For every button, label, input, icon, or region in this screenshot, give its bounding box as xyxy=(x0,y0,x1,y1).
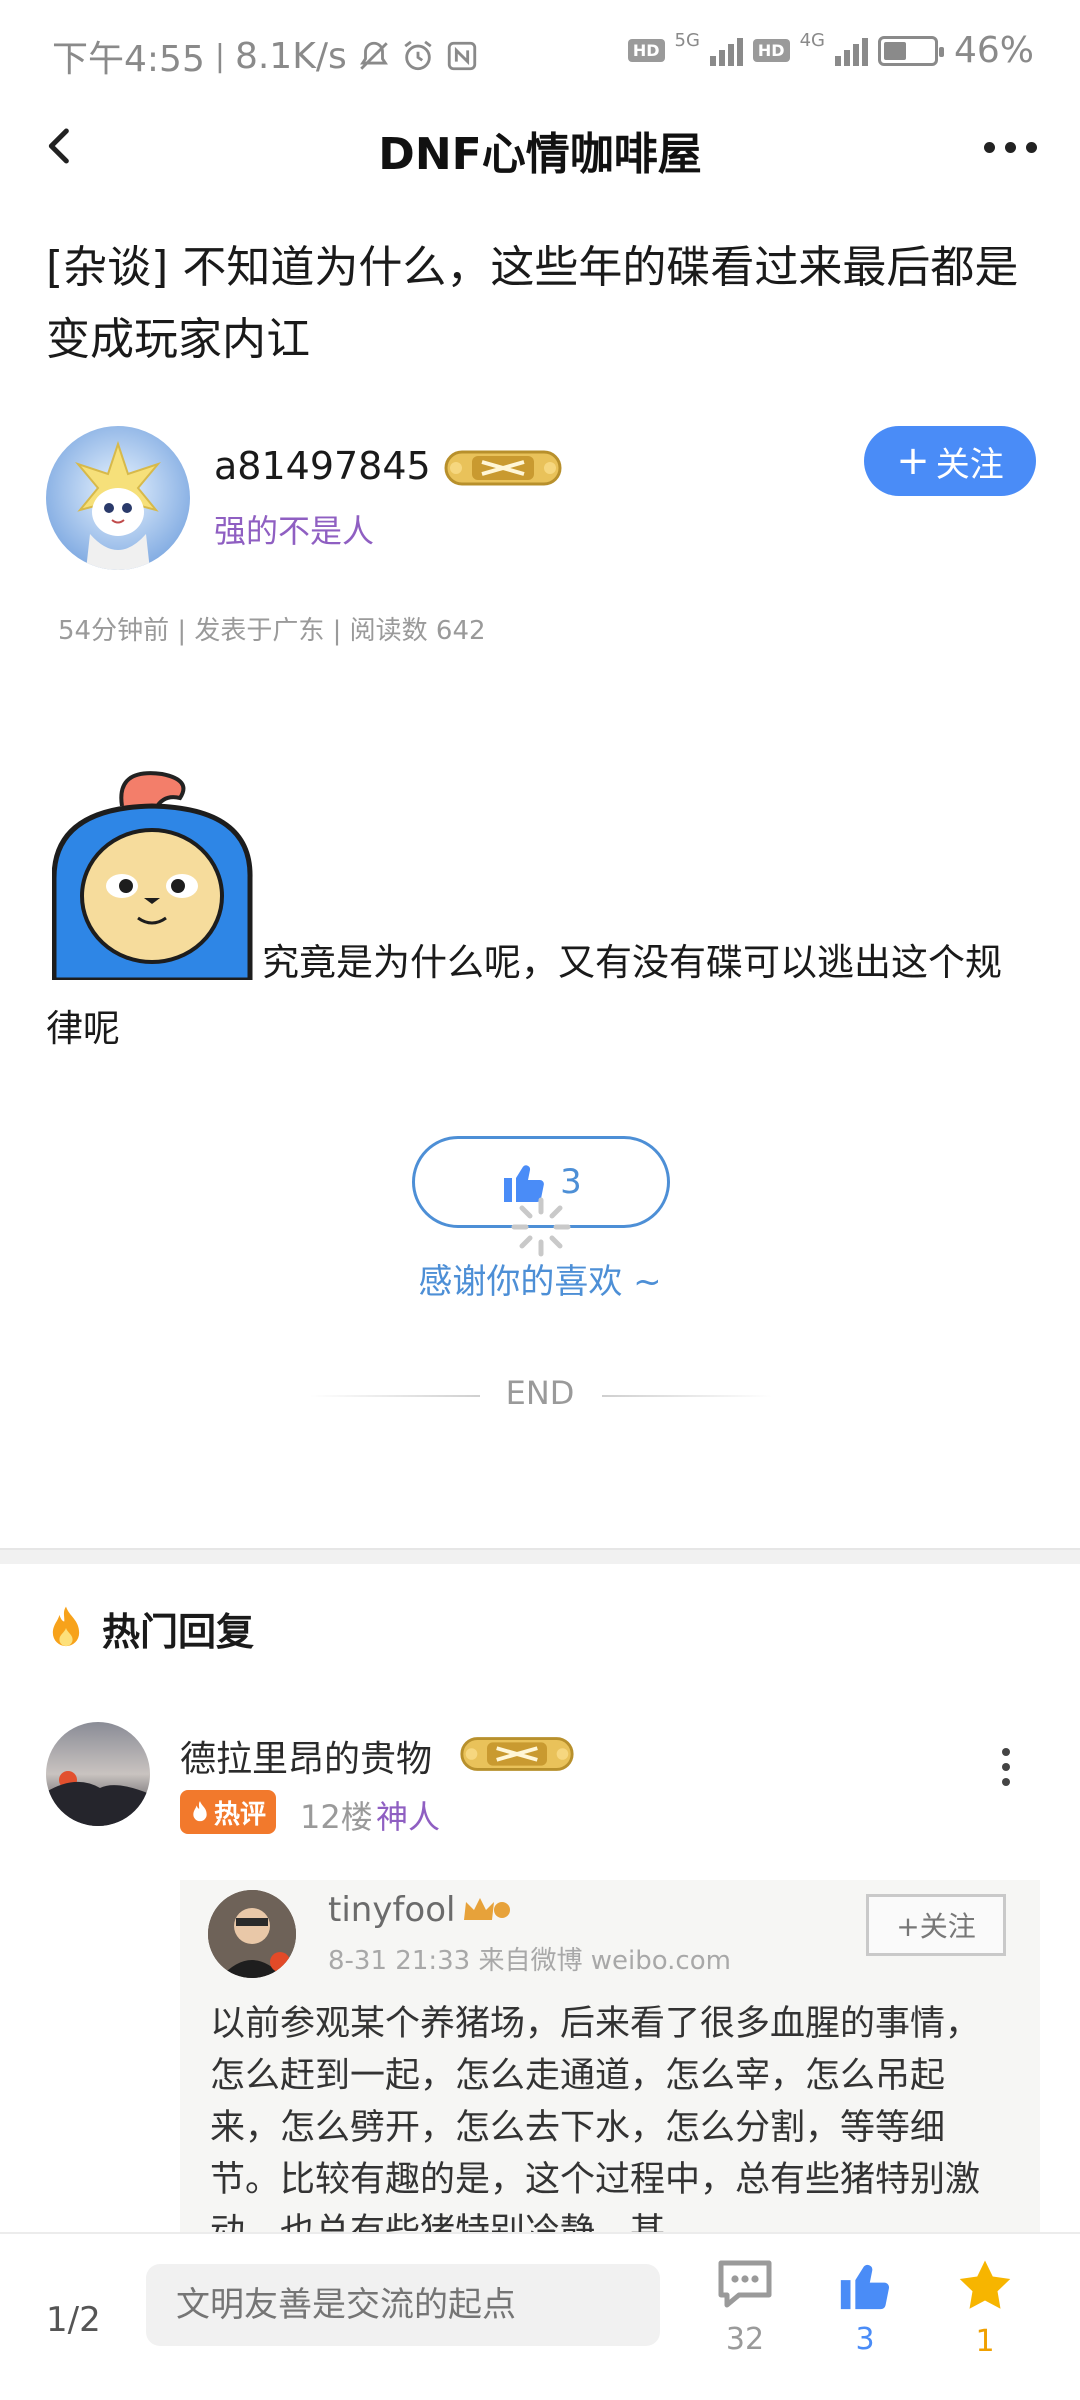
weibo-text: 以前参观某个养猪场，后来看了很多血腥的事情，怎么赶到一起，怎么走通道，怎么宰，怎… xyxy=(210,2004,981,2240)
status-bar: 下午4:55 | 8.1K/s HD 5G HD 4G 46% xyxy=(0,0,1080,100)
status-separator: | xyxy=(214,38,225,74)
page-title: DNF心情咖啡屋 xyxy=(378,129,702,180)
follow-label: 关注 xyxy=(935,444,1004,485)
end-label: END xyxy=(505,1374,575,1412)
page-indicator[interactable]: 1/2 xyxy=(46,2300,101,2340)
weibo-avatar xyxy=(208,1890,296,1978)
reply-author-name[interactable]: 德拉里昂的贵物 xyxy=(180,1730,432,1782)
network-type-5g: 5G xyxy=(674,30,700,51)
post-meta: 54分钟前 | 发表于广东 | 阅读数 642 xyxy=(58,616,486,646)
author-name[interactable]: a81497845 xyxy=(214,444,431,488)
favorite-button[interactable]: 1 xyxy=(940,2256,1030,2376)
signal-icon xyxy=(709,36,743,66)
reply-avatar[interactable] xyxy=(46,1722,150,1826)
reply-level-badge-icon xyxy=(458,1734,576,1778)
comment-input[interactable] xyxy=(146,2264,660,2346)
alarm-icon xyxy=(401,39,435,73)
reply-floor: 12楼 xyxy=(300,1798,373,1836)
top-nav-bar: DNF心情咖啡屋 xyxy=(0,100,1080,190)
bottom-action-bar: 1/2 32 3 1 xyxy=(0,2232,1080,2400)
mute-bell-icon xyxy=(357,39,391,73)
battery-icon xyxy=(877,35,944,66)
loading-spinner-icon xyxy=(510,1196,572,1258)
end-divider-right xyxy=(602,1395,772,1397)
hot-replies-title: 热门回复 xyxy=(102,1609,255,1654)
hd-icon: HD xyxy=(627,39,665,62)
signal-icon-2 xyxy=(834,36,868,66)
hot-tag-label: 热评 xyxy=(214,1799,267,1830)
reply-item: 德拉里昂的贵物 热评 12楼 神人 xyxy=(46,1722,1036,1862)
reply-embedded-image[interactable]: tinyfool 8-31 21:33 来自微博 weibo.com +关注 以… xyxy=(180,1880,1040,2240)
comment-count: 32 xyxy=(725,2322,765,2357)
favorite-count: 1 xyxy=(975,2324,995,2359)
plus-icon: + xyxy=(896,438,930,484)
thumbs-up-filled-icon xyxy=(840,2264,890,2310)
weibo-author-name: tinyfool xyxy=(328,1890,456,1930)
weibo-time-source: 8-31 21:33 来自微博 weibo.com xyxy=(328,1946,731,1976)
thanks-text: 感谢你的喜欢 ~ xyxy=(418,1262,662,1302)
crown-icon xyxy=(462,1894,512,1928)
follow-button[interactable]: + 关注 xyxy=(864,426,1036,496)
weibo-follow-button: +关注 xyxy=(866,1894,1006,1956)
hot-comment-tag: 热评 xyxy=(180,1790,277,1834)
comments-button[interactable]: 32 xyxy=(700,2256,790,2376)
fire-small-icon xyxy=(193,1801,207,1822)
network-speed: 8.1K/s xyxy=(234,35,347,77)
hot-replies-header: 热门回复 xyxy=(46,1598,254,1658)
author-row: a81497845 强的不是人 + 关注 xyxy=(46,426,1036,576)
reply-user-level: 神人 xyxy=(376,1798,441,1836)
reply-more-button[interactable] xyxy=(976,1732,1036,1802)
fire-icon xyxy=(52,1606,80,1647)
network-type-4g: 4G xyxy=(799,30,825,51)
nfc-icon xyxy=(445,39,479,73)
status-time: 下午4:55 xyxy=(52,39,205,80)
author-avatar[interactable] xyxy=(46,426,190,570)
bottom-like-button[interactable]: 3 xyxy=(820,2256,910,2376)
section-divider xyxy=(0,1548,1080,1564)
star-icon xyxy=(959,2260,1011,2309)
post-title: [杂谈] 不知道为什么，这些年的碟看过来最后都是变成玩家内讧 xyxy=(46,242,1019,365)
more-options-button[interactable] xyxy=(970,122,1050,172)
level-badge-icon xyxy=(442,448,564,492)
post-content-text: 究竟是为什么呢，又有没有碟可以逃出这个规律呢 xyxy=(46,941,1002,1050)
hd-icon-2: HD xyxy=(752,39,790,62)
battery-percent: 46% xyxy=(953,30,1034,71)
author-signature: 强的不是人 xyxy=(214,512,375,550)
comment-icon xyxy=(718,2260,772,2308)
bottom-like-count: 3 xyxy=(855,2322,875,2357)
